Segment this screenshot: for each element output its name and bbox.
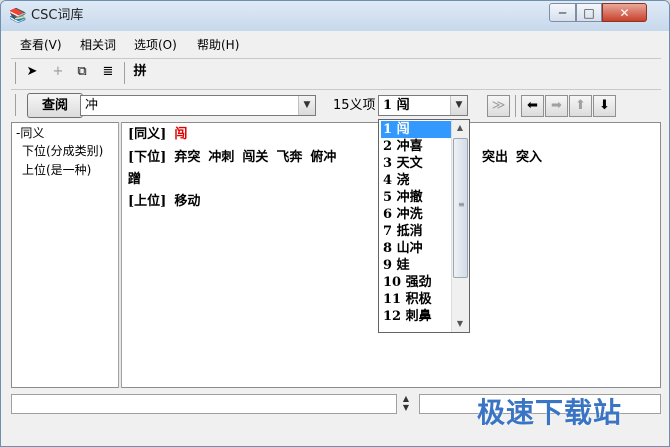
hyponym-line: [下位] 弃突 冲刺 闯关 飞奔 俯冲	[128, 149, 344, 167]
hyponym-word[interactable]: 突出	[482, 150, 508, 165]
dropdown-item[interactable]: 2 冲喜	[381, 138, 457, 155]
down-arrow-icon[interactable]: ⬇	[593, 95, 616, 117]
menu-related[interactable]: 相关词	[80, 37, 116, 53]
menu-view[interactable]: 查看(V)	[20, 37, 62, 53]
hyponym-word[interactable]: 弃突	[174, 150, 200, 165]
menu-bar: 查看(V) 相关词 选项(O) 帮助(H)	[1, 34, 669, 56]
dropdown-item[interactable]: 10 强劲	[381, 274, 457, 291]
lookup-button[interactable]: 查阅	[27, 93, 83, 118]
synonym-line: [同义] 闯	[128, 126, 187, 144]
forward-arrow-icon[interactable]: ➡	[545, 95, 568, 117]
app-window: 📚 CSC词库 ─ □ ✕ 查看(V) 相关词 选项(O) 帮助(H) ➤ + …	[0, 0, 670, 447]
menu-options[interactable]: 选项(O)	[134, 37, 177, 53]
hyponym-word[interactable]: 突入	[516, 150, 542, 165]
hyponym-word[interactable]: 冲刺	[208, 150, 234, 165]
hyponym-word[interactable]: 闯关	[242, 150, 268, 165]
dropdown-item[interactable]: 1 闯	[381, 121, 457, 138]
back-arrow-icon[interactable]: ⬅	[521, 95, 544, 117]
chevron-down-icon[interactable]: ▼	[298, 96, 315, 115]
tree-item-hyponym[interactable]: 下位(分成类别)	[22, 144, 103, 159]
hyponym-word[interactable]: 蹭	[128, 172, 141, 187]
scroll-down-icon[interactable]: ▼	[452, 316, 468, 332]
watermark: 极速下载站	[477, 396, 623, 429]
dropdown-scrollbar[interactable]: ▲ ≡ ▼	[451, 120, 469, 332]
hypernym-line: [上位] 移动	[128, 193, 208, 211]
dropdown-item[interactable]: 9 娃	[381, 257, 457, 274]
nav-separator	[515, 95, 516, 117]
hyponym-word[interactable]: 俯冲	[310, 150, 336, 165]
spin-icon[interactable]: ▲ ▼	[399, 394, 413, 414]
search-combobox[interactable]: 冲 ▼	[80, 95, 316, 116]
relation-tree: -同义 下位(分成类别) 上位(是一种)	[11, 122, 118, 388]
tool-bar: ➤ + ⧉ ≣ 拼	[11, 58, 661, 87]
tree-item-hypernym[interactable]: 上位(是一种)	[22, 163, 91, 178]
dropdown-item[interactable]: 3 天文	[381, 155, 457, 172]
synonym-word[interactable]: 闯	[174, 127, 187, 142]
chevron-down-icon[interactable]: ▼	[450, 96, 467, 115]
hypernym-tag: [上位]	[128, 194, 167, 209]
list-icon[interactable]: ≣	[98, 62, 118, 82]
toolbar-grip	[15, 62, 16, 84]
title-bar: 📚 CSC词库 ─ □ ✕	[1, 1, 669, 31]
pointer-icon[interactable]: ➤	[22, 62, 42, 82]
grip-icon: ≡	[458, 200, 465, 209]
scroll-thumb[interactable]: ≡	[453, 138, 468, 278]
hyponym-line-tail: 突出 突入	[482, 149, 550, 167]
dropdown-item[interactable]: 11 积极	[381, 291, 457, 308]
hyponym-wrap-line: 蹭	[128, 171, 141, 189]
toolbar-separator	[124, 62, 125, 84]
books-icon: 📚	[9, 8, 27, 24]
dropdown-item[interactable]: 4 浇	[381, 172, 457, 189]
dropdown-item[interactable]: 8 山冲	[381, 240, 457, 257]
copy-icon[interactable]: ⧉	[72, 62, 92, 82]
up-arrow-icon[interactable]: ⬆	[569, 95, 592, 117]
sense-count-label: 15义项	[333, 98, 376, 113]
dropdown-item[interactable]: 12 刺鼻	[381, 308, 457, 325]
hyponym-word[interactable]: 飞奔	[276, 150, 302, 165]
window-title: CSC词库	[31, 8, 84, 23]
synonym-tag: [同义]	[128, 127, 167, 142]
hyponym-tag: [下位]	[128, 150, 167, 165]
next-page-button[interactable]: ≫	[487, 95, 510, 117]
search-bar: 查阅 冲 ▼ 15义项 1 闯 ▼ ≫ ⬅ ➡ ⬆ ⬇	[11, 89, 661, 120]
dropdown-item[interactable]: 6 冲洗	[381, 206, 457, 223]
tree-item-synonym[interactable]: -同义	[16, 126, 44, 141]
searchbar-grip	[15, 94, 16, 116]
maximize-button[interactable]: □	[576, 3, 602, 22]
add-icon[interactable]: +	[48, 62, 68, 82]
menu-help[interactable]: 帮助(H)	[197, 37, 239, 53]
scroll-up-icon[interactable]: ▲	[452, 120, 468, 136]
close-button[interactable]: ✕	[602, 3, 647, 22]
minimize-button[interactable]: ─	[549, 3, 576, 22]
search-term: 冲	[85, 98, 99, 113]
sense-dropdown-list: 1 闯 2 冲喜 3 天文 4 浇 5 冲撤 6 冲洗 7 抵消 8 山冲 9 …	[378, 119, 470, 333]
pinyin-button[interactable]: 拼	[130, 62, 150, 82]
sense-combobox[interactable]: 1 闯 ▼	[378, 95, 468, 116]
dropdown-item[interactable]: 7 抵消	[381, 223, 457, 240]
hypernym-word[interactable]: 移动	[174, 194, 200, 209]
sense-value: 1 闯	[383, 98, 410, 113]
status-field-main	[11, 394, 397, 414]
dropdown-item[interactable]: 5 冲撤	[381, 189, 457, 206]
